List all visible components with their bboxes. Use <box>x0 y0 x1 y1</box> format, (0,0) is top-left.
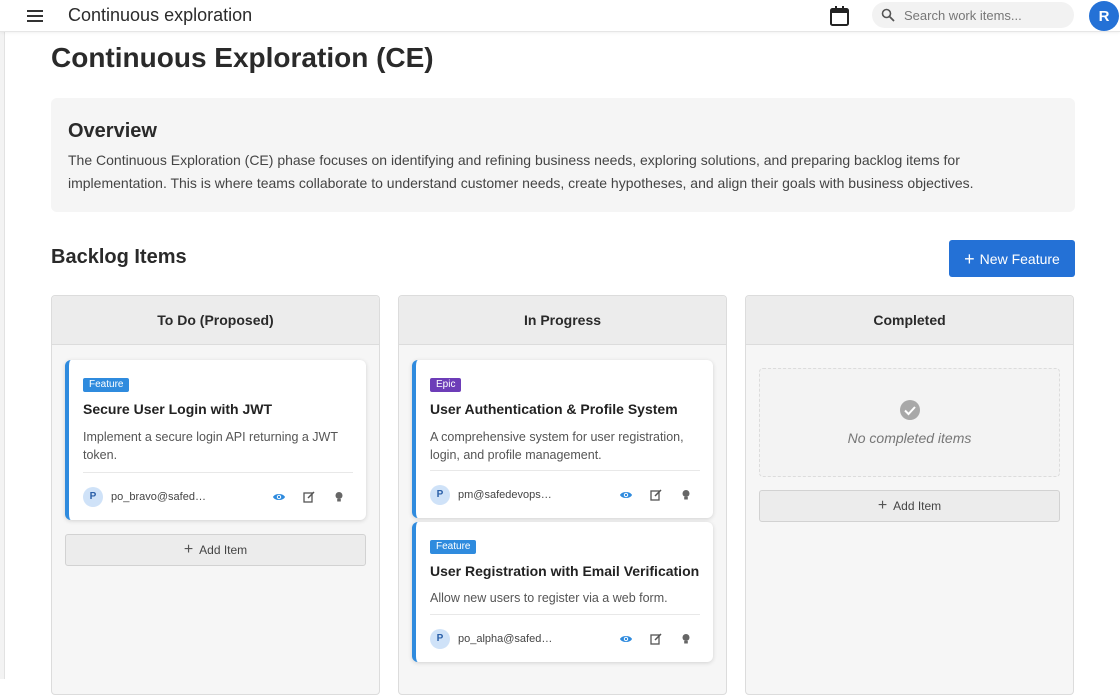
card-title: Secure User Login with JWT <box>83 401 273 417</box>
column-header: To Do (Proposed) <box>52 296 379 345</box>
assignee-avatar: P <box>430 628 450 649</box>
add-item-button[interactable]: + Add Item <box>65 534 366 566</box>
type-badge: Epic <box>430 378 462 392</box>
edit-icon[interactable] <box>299 487 319 507</box>
card-footer: P pm@safedevops… <box>430 470 700 518</box>
overview-text: The Continuous Exploration (CE) phase fo… <box>68 152 974 191</box>
add-item-label: Add Item <box>893 499 942 513</box>
plus-icon: + <box>964 248 975 269</box>
overview-panel: Overview The Continuous Exploration (CE)… <box>51 98 1075 212</box>
overview-heading: Overview <box>68 120 157 142</box>
column-in-progress: In Progress Epic User Authentication & P… <box>398 295 727 695</box>
view-eye-icon[interactable] <box>269 487 289 507</box>
assignee-email: po_bravo@safed… <box>111 490 206 503</box>
backlog-card[interactable]: Feature User Registration with Email Ver… <box>412 522 713 662</box>
user-avatar[interactable]: R <box>1089 1 1119 31</box>
page-title: Continuous Exploration (CE) <box>51 42 434 73</box>
app-title: Continuous exploration <box>68 5 253 25</box>
lightbulb-icon[interactable] <box>676 485 696 505</box>
assignee-email: pm@safedevops… <box>458 488 552 501</box>
backlog-card[interactable]: Feature Secure User Login with JWT Imple… <box>65 360 366 520</box>
search-icon <box>881 8 895 22</box>
plus-icon: + <box>877 497 888 514</box>
edit-icon[interactable] <box>646 485 666 505</box>
backlog-title: Backlog Items <box>51 246 187 268</box>
type-badge: Feature <box>83 378 130 392</box>
check-circle-icon <box>899 399 921 421</box>
lightbulb-icon[interactable] <box>329 487 349 507</box>
search-box[interactable] <box>872 2 1074 28</box>
column-header: In Progress <box>399 296 726 345</box>
card-footer: P po_bravo@safed… <box>83 472 353 520</box>
empty-state-text: No completed items <box>847 430 972 446</box>
card-title: User Authentication & Profile System <box>430 401 678 417</box>
add-item-label: Add Item <box>199 543 248 557</box>
view-eye-icon[interactable] <box>616 629 636 649</box>
calendar-icon[interactable] <box>828 3 852 29</box>
column-todo: To Do (Proposed) Feature Secure User Log… <box>51 295 380 695</box>
card-description: A comprehensive system for user registra… <box>430 430 684 462</box>
backlog-card[interactable]: Epic User Authentication & Profile Syste… <box>412 360 713 518</box>
type-badge: Feature <box>430 540 477 554</box>
column-completed: Completed No completed items + Add Item <box>745 295 1074 695</box>
search-input[interactable] <box>904 5 1064 25</box>
card-title: User Registration with Email Verificatio… <box>430 563 700 579</box>
edit-icon[interactable] <box>646 629 666 649</box>
left-edge <box>0 0 5 679</box>
column-header: Completed <box>746 296 1073 345</box>
empty-state: No completed items <box>759 368 1060 477</box>
assignee-email: po_alpha@safed… <box>458 632 553 645</box>
lightbulb-icon[interactable] <box>676 629 696 649</box>
card-footer: P po_alpha@safed… <box>430 614 700 662</box>
new-feature-label: New Feature <box>979 250 1060 267</box>
card-description: Allow new users to register via a web fo… <box>430 591 668 605</box>
top-app-bar: Continuous exploration R <box>0 0 1120 32</box>
hamburger-menu-icon[interactable] <box>24 5 48 27</box>
assignee-avatar: P <box>83 486 103 507</box>
plus-icon: + <box>183 541 194 558</box>
add-item-button[interactable]: + Add Item <box>759 490 1060 522</box>
new-feature-button[interactable]: + New Feature <box>949 240 1075 277</box>
card-description: Implement a secure login API returning a… <box>83 430 338 462</box>
assignee-avatar: P <box>430 484 450 505</box>
view-eye-icon[interactable] <box>616 485 636 505</box>
